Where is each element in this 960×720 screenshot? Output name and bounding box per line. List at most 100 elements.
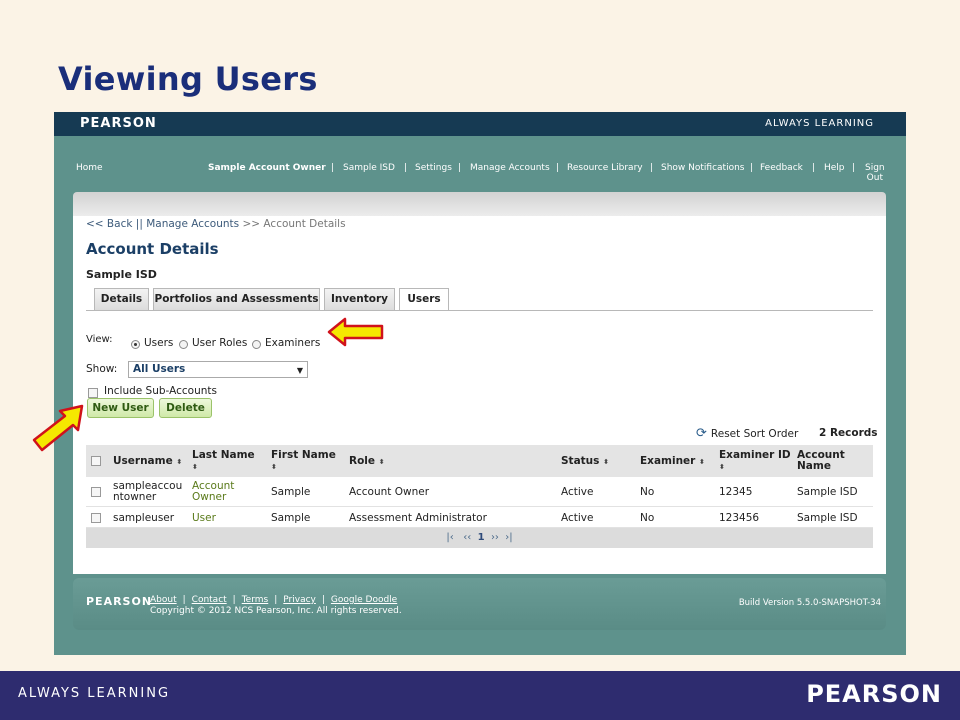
header-account-name[interactable]: Account Name (797, 450, 845, 472)
select-all-checkbox[interactable] (91, 456, 101, 466)
breadcrumb-manage-accounts-link[interactable]: Manage Accounts (146, 218, 239, 230)
footer-link-privacy[interactable]: Privacy (283, 595, 316, 605)
show-select[interactable]: All Users ▼ (128, 361, 308, 378)
header-examiner[interactable]: Examiner ⬍ (640, 456, 705, 468)
nav-separator: | (812, 163, 816, 173)
cell-username-line2: ntowner (113, 491, 157, 503)
footer-sep: | (321, 595, 325, 605)
panel-header (73, 192, 886, 216)
header-examiner-id[interactable]: Examiner ID ⬍ (719, 450, 791, 473)
delete-button[interactable]: Delete (159, 398, 212, 418)
reset-sort-order[interactable]: ⟳ Reset Sort Order (696, 426, 798, 441)
header-examiner-label: Examiner (640, 455, 696, 467)
records-count: 2 Records (819, 427, 878, 439)
include-sub-accounts-checkbox[interactable] (88, 388, 98, 398)
nav-settings[interactable]: Settings (415, 163, 452, 173)
cell-account-name: Sample ISD (797, 512, 858, 524)
cell-status: Active (561, 512, 594, 524)
nav-separator: | (650, 163, 654, 173)
pearson-logo: PEARSON (80, 116, 157, 131)
row-checkbox[interactable] (91, 513, 101, 523)
view-users-label[interactable]: Users (144, 337, 173, 349)
nav-show-notifications[interactable]: Show Notifications (661, 163, 744, 173)
breadcrumb: << Back || Manage Accounts >> Account De… (86, 218, 346, 230)
top-navigation: Home Sample Account Owner | Sample ISD |… (54, 160, 906, 188)
view-user-roles-label[interactable]: User Roles (192, 337, 247, 349)
nav-user-name[interactable]: Sample Account Owner (208, 163, 326, 173)
sort-icon: ⬍ (378, 458, 385, 466)
row-checkbox[interactable] (91, 487, 101, 497)
app-window: PEARSON ALWAYS LEARNING Home Sample Acco… (54, 112, 906, 655)
tab-inventory[interactable]: Inventory (324, 288, 395, 310)
arrow-up-right-annotation-icon (32, 404, 84, 452)
header-examiner-id-label: Examiner ID (719, 449, 791, 461)
table-row[interactable]: sampleaccou ntowner Account Owner Sample A… (86, 477, 873, 507)
arrow-left-annotation-icon (327, 317, 384, 347)
tab-details[interactable]: Details (94, 288, 149, 310)
footer-link-about[interactable]: About (150, 595, 177, 605)
page-title: Account Details (86, 240, 219, 258)
header-username[interactable]: Username ⬍ (113, 456, 182, 468)
slide-footer-tagline: ALWAYS LEARNING (18, 686, 171, 701)
header-role[interactable]: Role ⬍ (349, 456, 385, 468)
arrow-left-shape (327, 317, 384, 347)
reset-sort-order-label: Reset Sort Order (710, 428, 799, 440)
cell-last-name-link[interactable]: User (192, 513, 216, 524)
footer-sep: | (232, 595, 236, 605)
table-row[interactable]: sampleuser User Sample Assessment Admini… (86, 507, 873, 528)
sort-icon: ⬍ (176, 458, 183, 466)
cell-examiner-id: 123456 (719, 512, 760, 524)
pager-prev[interactable]: ‹‹ (463, 532, 471, 543)
footer-link-terms[interactable]: Terms (242, 595, 269, 605)
header-account-name-line2: Name (797, 460, 831, 472)
nav-sign-out[interactable]: Sign Out (865, 163, 885, 183)
nav-manage-accounts[interactable]: Manage Accounts (470, 163, 550, 173)
header-status[interactable]: Status ⬍ (561, 456, 609, 468)
view-users-radio[interactable] (131, 340, 140, 349)
include-sub-accounts-label[interactable]: Include Sub-Accounts (104, 385, 217, 397)
header-username-label: Username (113, 455, 173, 467)
footer-logo: PEARSON (86, 595, 153, 608)
nav-feedback[interactable]: Feedback (760, 163, 803, 173)
cell-examiner-id: 12345 (719, 486, 753, 498)
nav-separator: | (404, 163, 408, 173)
pager-next[interactable]: ›› (491, 532, 499, 543)
footer-copyright: Copyright © 2012 NCS Pearson, Inc. All r… (150, 606, 402, 616)
nav-separator: | (852, 163, 856, 173)
cell-account-name: Sample ISD (797, 486, 858, 498)
new-user-button[interactable]: New User (87, 398, 154, 418)
cell-role: Account Owner (349, 486, 430, 498)
footer-sep: | (182, 595, 186, 605)
nav-home[interactable]: Home (76, 163, 103, 173)
tab-portfolios-and-assessments[interactable]: Portfolios and Assessments (153, 288, 320, 310)
pager-first[interactable]: |‹ (446, 532, 453, 543)
cell-username: sampleuser (113, 512, 175, 524)
table-header: Username ⬍ Last Name ⬍ First Name ⬍ Role ⬍… (86, 445, 873, 477)
nav-resource-library[interactable]: Resource Library (567, 163, 643, 173)
header-first-name[interactable]: First Name ⬍ (271, 450, 336, 473)
tab-users[interactable]: Users (399, 288, 449, 311)
nav-help[interactable]: Help (824, 163, 845, 173)
sort-icon: ⬍ (699, 458, 705, 466)
tab-underline (86, 310, 873, 311)
show-select-value: All Users (133, 363, 186, 375)
nav-sample-isd[interactable]: Sample ISD (343, 163, 395, 173)
account-name: Sample ISD (86, 268, 157, 281)
footer-link-google-doodle[interactable]: Google Doodle (331, 595, 397, 605)
view-examiners-label[interactable]: Examiners (265, 337, 320, 349)
pager-last[interactable]: ›| (505, 532, 512, 543)
header-last-name[interactable]: Last Name ⬍ (192, 450, 255, 473)
breadcrumb-back-link[interactable]: << Back (86, 218, 132, 230)
view-examiners-radio[interactable] (252, 340, 261, 349)
header-role-label: Role (349, 455, 376, 467)
cell-role: Assessment Administrator (349, 512, 487, 524)
pager-current-page[interactable]: 1 (478, 532, 485, 543)
footer-link-contact[interactable]: Contact (192, 595, 227, 605)
cell-examiner: No (640, 512, 655, 524)
show-label: Show: (86, 363, 118, 375)
view-user-roles-radio[interactable] (179, 340, 188, 349)
sort-icon: ⬍ (719, 463, 725, 471)
chevron-down-icon: ▼ (296, 366, 303, 375)
cell-status: Active (561, 486, 594, 498)
cell-last-name-link[interactable]: Account Owner (192, 481, 234, 503)
